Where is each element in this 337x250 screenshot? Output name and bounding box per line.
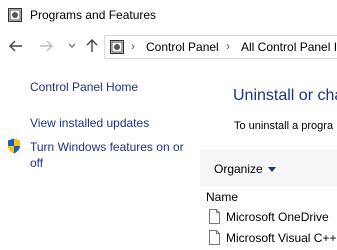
list-item[interactable]: Microsoft OneDrive <box>200 207 337 227</box>
breadcrumb-all-control-panel-items[interactable]: All Control Panel It <box>241 40 337 54</box>
title-bar: Programs and Features <box>0 0 337 30</box>
breadcrumb-separator[interactable]: › <box>226 39 230 53</box>
program-file-icon <box>209 230 220 245</box>
turn-windows-features-label-line2: off <box>30 156 44 170</box>
command-bar: Organize <box>200 150 337 186</box>
turn-windows-features-label-line1: Turn Windows features on or <box>30 140 184 154</box>
program-name: Microsoft Visual C++ <box>226 231 337 245</box>
page-description: To uninstall a progra <box>234 120 334 132</box>
arrow-left-icon <box>9 40 22 52</box>
forward-button[interactable] <box>38 38 54 54</box>
back-button[interactable] <box>8 38 24 54</box>
window-title: Programs and Features <box>30 8 157 22</box>
page-title: Uninstall or cha <box>233 87 337 104</box>
control-panel-icon <box>8 8 22 22</box>
address-bar[interactable]: › Control Panel › All Control Panel It <box>104 35 337 59</box>
chevron-down-icon <box>68 43 76 48</box>
recent-locations-button[interactable] <box>64 38 80 54</box>
arrow-up-icon <box>86 39 98 52</box>
breadcrumb-separator[interactable]: › <box>131 39 135 53</box>
tasks-pane: Control Panel Home View installed update… <box>0 64 200 250</box>
view-installed-updates-link[interactable]: View installed updates <box>30 116 149 130</box>
up-button[interactable] <box>84 38 100 54</box>
turn-windows-features-link[interactable]: Turn Windows features on or off <box>30 139 184 171</box>
list-item[interactable]: Microsoft Visual C++ <box>200 228 337 248</box>
shield-icon <box>8 138 20 154</box>
organize-button[interactable]: Organize <box>214 162 263 176</box>
arrow-right-icon <box>40 40 53 52</box>
breadcrumb-control-panel[interactable]: Control Panel <box>146 40 219 54</box>
program-file-icon <box>209 209 220 224</box>
control-panel-icon <box>110 40 124 54</box>
caret-down-icon[interactable] <box>268 167 276 172</box>
program-name: Microsoft OneDrive <box>226 210 329 224</box>
column-header-name[interactable]: Name <box>206 190 238 204</box>
control-panel-home-link[interactable]: Control Panel Home <box>30 80 138 94</box>
